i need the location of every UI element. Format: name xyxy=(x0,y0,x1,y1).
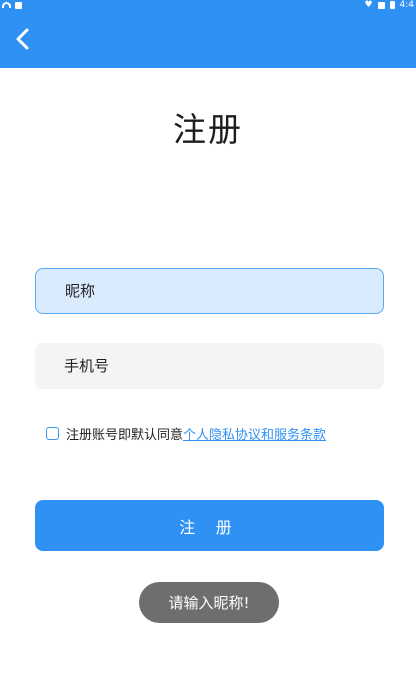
status-bar: ♥ 4:4 xyxy=(0,0,416,14)
status-bar-right: ♥ 4:4 xyxy=(364,0,414,10)
chevron-left-icon xyxy=(16,28,29,50)
status-time: 4:4 xyxy=(399,0,414,10)
toast-message: 请输入昵称! xyxy=(139,582,279,623)
nickname-input[interactable] xyxy=(36,269,383,313)
app-bar xyxy=(0,14,416,68)
status-bar-left xyxy=(2,0,22,10)
register-button[interactable]: 注 册 xyxy=(35,500,384,551)
sim-icon xyxy=(15,1,22,9)
wifi-icon xyxy=(2,2,11,8)
agreement-row: 注册账号即默认同意 个人隐私协议和服务条款 xyxy=(46,424,326,443)
nickname-field[interactable] xyxy=(35,268,384,314)
signal-icon: ♥ xyxy=(364,0,373,10)
phone-field[interactable] xyxy=(35,343,384,389)
agreement-checkbox[interactable] xyxy=(46,427,59,440)
back-button[interactable] xyxy=(6,22,40,56)
page-title: 注册 xyxy=(173,110,243,149)
privacy-terms-link[interactable]: 个人隐私协议和服务条款 xyxy=(183,424,326,443)
battery-icon xyxy=(389,1,395,9)
phone-input[interactable] xyxy=(35,343,384,389)
no-sim-icon xyxy=(377,1,385,9)
agreement-text: 注册账号即默认同意 xyxy=(66,428,184,443)
